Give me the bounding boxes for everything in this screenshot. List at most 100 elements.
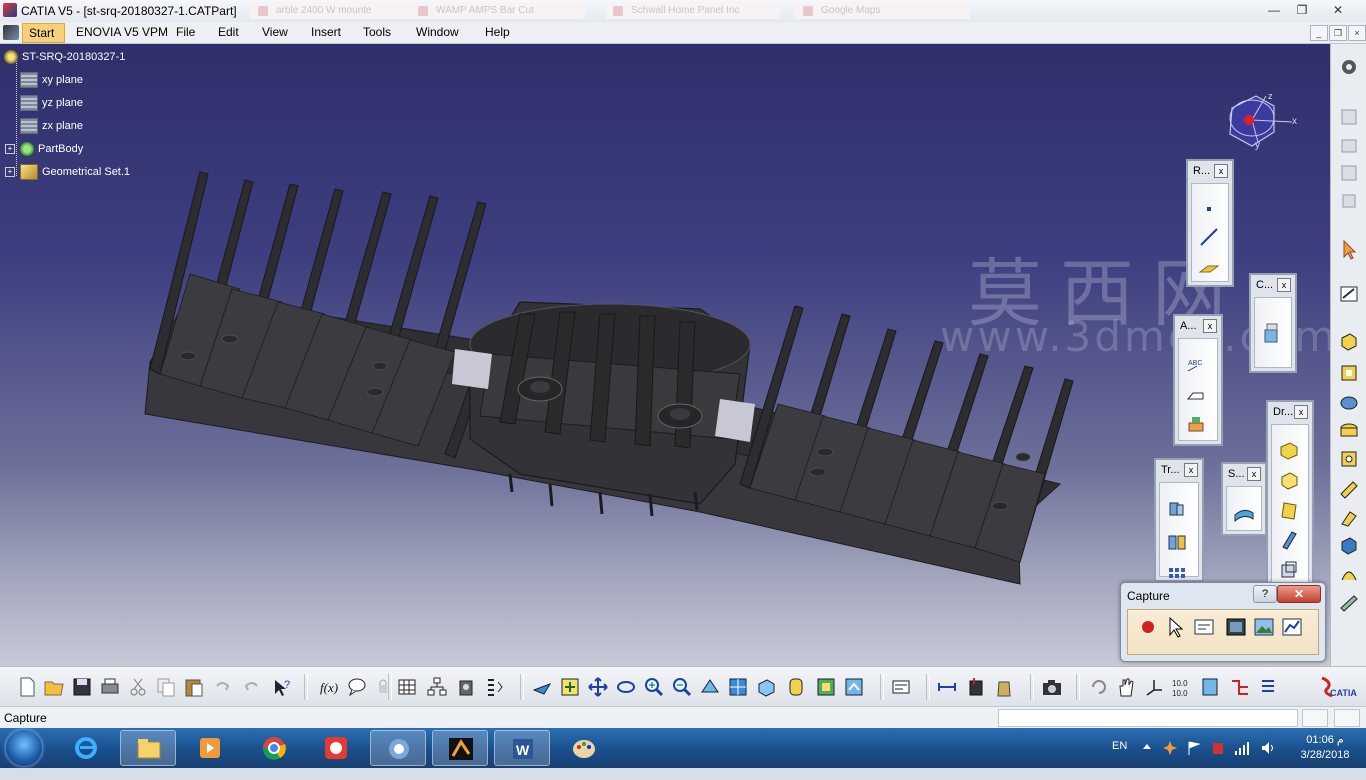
compass-widget[interactable]: x y z [1222, 90, 1306, 156]
axis-system-icon[interactable] [1143, 676, 1165, 698]
gear-icon[interactable] [1338, 56, 1360, 78]
grid-snap-icon[interactable]: 10.010.0 [1171, 676, 1193, 698]
document-menu-icon[interactable] [3, 25, 19, 40]
tree-root[interactable]: ST-SRQ-20180327-1 [4, 48, 125, 66]
taskbar-word[interactable]: W [494, 730, 550, 766]
toolbar-close-button[interactable]: x [1184, 463, 1198, 477]
open-folder-icon[interactable] [43, 676, 65, 698]
select-mode-icon[interactable] [1164, 615, 1188, 639]
new-document-icon[interactable] [16, 676, 38, 698]
capture-options-icon[interactable] [1192, 615, 1216, 639]
zoom-out-icon[interactable] [671, 676, 693, 698]
revolve-icon[interactable] [1338, 392, 1360, 414]
volume-icon[interactable] [1260, 740, 1276, 756]
update-icon[interactable] [1088, 676, 1110, 698]
thick-surface-icon[interactable] [1233, 501, 1255, 523]
toolbar-close-button[interactable]: x [1294, 405, 1308, 419]
remove-loft-icon[interactable] [1338, 592, 1360, 614]
groove-icon[interactable] [1338, 448, 1360, 470]
draft-icon[interactable] [1278, 499, 1300, 521]
swap-visible-space-icon[interactable] [843, 676, 865, 698]
toolbar-close-button[interactable]: x [1203, 319, 1217, 333]
command-input[interactable] [998, 709, 1298, 727]
fit-all-icon[interactable] [559, 676, 581, 698]
undo-icon[interactable] [211, 676, 233, 698]
normal-view-icon[interactable] [699, 676, 721, 698]
tree-item-yz-plane[interactable]: yz plane [20, 94, 83, 112]
print-icon[interactable] [99, 676, 121, 698]
taskbar-catia[interactable] [432, 730, 488, 766]
record-icon[interactable] [1136, 615, 1160, 639]
paste-icon[interactable] [183, 676, 205, 698]
doc-minimize-button[interactable]: _ [1310, 25, 1328, 41]
menu-help[interactable]: Help [485, 25, 510, 39]
flag-icon[interactable] [1186, 740, 1202, 756]
status-button[interactable] [1302, 709, 1328, 727]
sketch-pad-icon[interactable] [1338, 106, 1360, 128]
taskbar-chromium[interactable] [370, 730, 426, 766]
maximize-button[interactable]: ❐ [1290, 1, 1314, 19]
expand-geoset-icon[interactable]: + [5, 167, 15, 177]
menu-insert[interactable]: Insert [311, 25, 341, 39]
whats-this-icon[interactable]: ? [271, 676, 293, 698]
shading-icon[interactable] [785, 676, 807, 698]
taskbar-media-player[interactable] [182, 730, 238, 766]
text-annotation-icon[interactable]: ABC [1185, 353, 1207, 375]
minimize-button[interactable]: — [1262, 1, 1286, 19]
list-icon[interactable] [1257, 676, 1279, 698]
catalog-icon[interactable] [455, 676, 477, 698]
tree-item-zx-plane[interactable]: zx plane [20, 117, 83, 135]
capture-window-icon[interactable] [1224, 615, 1248, 639]
thickness-icon[interactable] [1278, 559, 1300, 581]
menu-file[interactable]: File [176, 25, 195, 39]
taskbar-file-explorer[interactable] [120, 730, 176, 766]
toolbar-close-button[interactable]: x [1277, 278, 1291, 292]
toolbar-close-button[interactable]: x [1214, 164, 1228, 178]
pad-icon[interactable] [1338, 134, 1360, 156]
isometric-view-icon[interactable] [755, 676, 777, 698]
formula-icon[interactable]: f(x) [318, 676, 340, 698]
symmetry-icon[interactable] [1166, 531, 1188, 553]
menu-enovia[interactable]: ENOVIA V5 VPM [76, 25, 168, 39]
tree-item-partbody[interactable]: PartBody [20, 140, 83, 158]
security-icon[interactable] [1210, 740, 1226, 756]
hole-icon[interactable] [1338, 420, 1360, 442]
menu-tools[interactable]: Tools [363, 25, 391, 39]
taskbar-paint[interactable] [556, 730, 612, 766]
slot-icon[interactable] [1338, 506, 1360, 528]
cut-icon[interactable] [127, 676, 149, 698]
network-signal-icon[interactable] [1234, 740, 1252, 756]
table-icon[interactable] [396, 676, 418, 698]
extrude-pad-icon[interactable] [1338, 330, 1360, 352]
taskbar-app[interactable] [308, 730, 364, 766]
sketcher-icon[interactable] [1338, 282, 1360, 304]
menu-edit[interactable]: Edit [218, 25, 239, 39]
pocket-icon[interactable] [1338, 162, 1360, 184]
menu-start[interactable]: Start [22, 23, 66, 43]
flag-note-icon[interactable] [1185, 383, 1207, 405]
expand-partbody-icon[interactable]: + [5, 144, 15, 154]
help-button[interactable]: ? [1253, 585, 1277, 603]
save-icon[interactable] [71, 676, 93, 698]
hand-icon[interactable] [1115, 676, 1137, 698]
tree-item-geometrical-set[interactable]: Geometrical Set.1 [20, 163, 130, 181]
plane-tool-icon[interactable] [1198, 256, 1220, 278]
menu-window[interactable]: Window [416, 25, 459, 39]
rib-icon[interactable] [1338, 478, 1360, 500]
camera-icon[interactable] [1041, 676, 1063, 698]
menu-view[interactable]: View [262, 25, 288, 39]
analysis-icon[interactable] [1229, 676, 1251, 698]
taskbar-internet-explorer[interactable] [58, 730, 114, 766]
fly-mode-icon[interactable] [531, 676, 553, 698]
measure-item-icon[interactable] [965, 676, 987, 698]
language-indicator[interactable]: EN [1112, 740, 1127, 780]
hide-show-icon[interactable] [815, 676, 837, 698]
work-on-support-icon[interactable] [1199, 676, 1221, 698]
3d-viewport[interactable]: 莫西网 www.3dmox.com ST-SRQ-20180327-1 xy p… [0, 44, 1330, 666]
redo-icon[interactable] [241, 676, 263, 698]
doc-restore-button[interactable]: ❐ [1329, 25, 1347, 41]
close-button[interactable]: ✕ [1326, 1, 1350, 19]
select-arrow-icon[interactable] [1338, 238, 1360, 260]
knowledge-advisor-icon[interactable] [346, 676, 368, 698]
rotate-icon[interactable] [615, 676, 637, 698]
